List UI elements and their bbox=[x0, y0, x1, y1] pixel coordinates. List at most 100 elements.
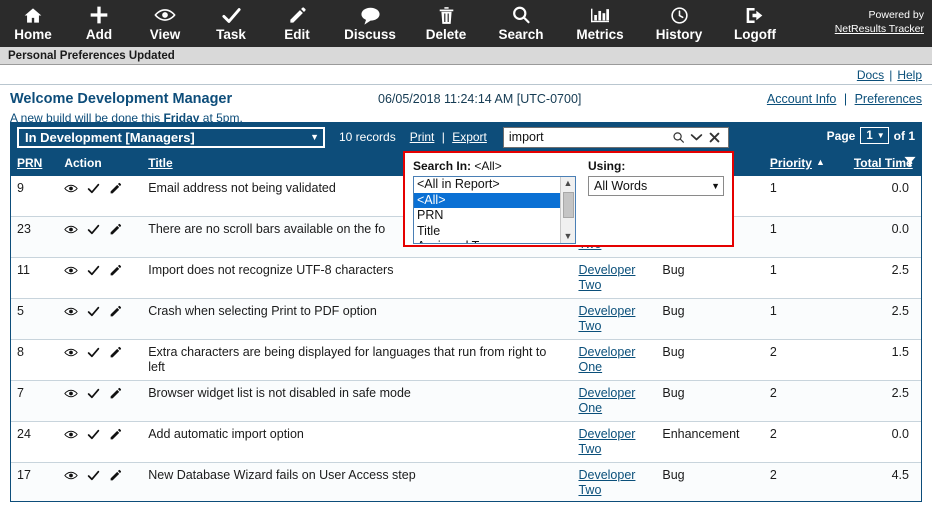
account-info-link[interactable]: Account Info bbox=[767, 92, 837, 106]
column-header-total-time[interactable]: Total Time bbox=[848, 151, 921, 176]
row-eye-icon[interactable] bbox=[64, 306, 79, 317]
row-check-icon[interactable] bbox=[87, 470, 100, 481]
search-clear-close-icon[interactable] bbox=[706, 129, 724, 145]
search-in-option[interactable]: <All> bbox=[414, 192, 575, 208]
table-row[interactable]: 17 New Database Wizard fails on User Acce… bbox=[11, 462, 921, 501]
table-row[interactable]: 7 Browser widget list is not disabled in … bbox=[11, 380, 921, 422]
nav-item-delete[interactable]: Delete bbox=[410, 0, 482, 47]
nav-item-logoff[interactable]: Logoff bbox=[718, 0, 792, 47]
cell-prn: 11 bbox=[11, 257, 59, 299]
listbox-scrollbar[interactable]: ▲ ▼ bbox=[560, 177, 575, 243]
cell-total-time: 0.0 bbox=[847, 216, 921, 258]
row-eye-icon[interactable] bbox=[64, 265, 79, 276]
column-header-title-link[interactable]: Title bbox=[148, 156, 172, 170]
search-in-option[interactable]: Assigned To bbox=[414, 239, 575, 243]
scrollbar-thumb[interactable] bbox=[563, 192, 574, 218]
filter-icon[interactable] bbox=[904, 156, 916, 171]
help-link[interactable]: Help bbox=[897, 68, 922, 82]
column-header-priority-link[interactable]: Priority bbox=[770, 156, 812, 170]
row-eye-icon[interactable] bbox=[64, 388, 79, 399]
search-in-option[interactable]: <All in Report> bbox=[414, 177, 575, 193]
brand-link[interactable]: NetResults Tracker bbox=[835, 23, 924, 35]
search-in-listbox[interactable]: <All in Report><All>PRNTitleAssigned To … bbox=[413, 176, 576, 244]
assigned-to-link[interactable]: Developer Two bbox=[578, 468, 635, 497]
table-row[interactable]: 11 Import does not recognize UTF-8 charac… bbox=[11, 257, 921, 299]
cell-title[interactable]: Add automatic import option bbox=[142, 421, 573, 463]
table-row[interactable]: 24 Add automatic import option Developer T… bbox=[11, 421, 921, 463]
report-selector[interactable]: In Development [Managers] ▼ bbox=[17, 126, 325, 148]
nav-item-discuss[interactable]: Discuss bbox=[330, 0, 410, 47]
row-check-icon[interactable] bbox=[87, 265, 100, 276]
nav-item-edit[interactable]: Edit bbox=[264, 0, 330, 47]
column-header-priority[interactable]: Priority ▲ bbox=[764, 151, 848, 176]
powered-by-block: Powered by NetResults Tracker bbox=[835, 0, 932, 36]
page-number-value: 1 bbox=[866, 129, 873, 142]
cell-actions bbox=[58, 298, 143, 340]
search-in-option[interactable]: PRN bbox=[414, 208, 575, 224]
search-in-group: Search In: <All> <All in Report> <All> PRN… bbox=[413, 159, 578, 244]
row-eye-icon[interactable] bbox=[64, 470, 79, 481]
column-header-prn[interactable]: PRN bbox=[11, 151, 58, 176]
row-check-icon[interactable] bbox=[87, 429, 100, 440]
search-in-option[interactable]: Title bbox=[414, 224, 575, 240]
cell-assigned-to[interactable]: Developer Two bbox=[572, 298, 657, 340]
docs-link[interactable]: Docs bbox=[857, 68, 884, 82]
row-pencil-icon[interactable] bbox=[109, 305, 122, 318]
assigned-to-link[interactable]: Developer One bbox=[578, 386, 635, 415]
cell-title[interactable]: New Database Wizard fails on User Access… bbox=[142, 462, 573, 501]
cell-assigned-to[interactable]: Developer Two bbox=[572, 257, 657, 299]
row-pencil-icon[interactable] bbox=[109, 182, 122, 195]
row-pencil-icon[interactable] bbox=[109, 428, 122, 441]
cell-actions bbox=[58, 257, 143, 299]
row-check-icon[interactable] bbox=[87, 183, 100, 194]
assigned-to-link[interactable]: Developer Two bbox=[578, 304, 635, 333]
cell-title[interactable]: Extra characters are being displayed for… bbox=[142, 339, 573, 381]
app-root: Home Add View Task Edit Discuss Delete S… bbox=[0, 0, 932, 510]
cell-title[interactable]: Import does not recognize UTF-8 characte… bbox=[142, 257, 573, 299]
preferences-link[interactable]: Preferences bbox=[855, 92, 922, 106]
nav-item-metrics[interactable]: Metrics bbox=[560, 0, 640, 47]
row-pencil-icon[interactable] bbox=[109, 346, 122, 359]
cell-title[interactable]: Crash when selecting Print to PDF option bbox=[142, 298, 573, 340]
row-eye-icon[interactable] bbox=[64, 429, 79, 440]
nav-item-add[interactable]: Add bbox=[66, 0, 132, 47]
search-submit-icon[interactable] bbox=[670, 129, 688, 145]
column-header-prn-link[interactable]: PRN bbox=[17, 156, 42, 170]
row-pencil-icon[interactable] bbox=[109, 264, 122, 277]
row-pencil-icon[interactable] bbox=[109, 387, 122, 400]
print-link[interactable]: Print bbox=[410, 130, 435, 144]
page-number-select[interactable]: 1 ▼ bbox=[860, 127, 889, 144]
scroll-up-arrow-icon[interactable]: ▲ bbox=[564, 177, 573, 190]
row-eye-icon[interactable] bbox=[64, 224, 79, 235]
row-eye-icon[interactable] bbox=[64, 183, 79, 194]
nav-item-search[interactable]: Search bbox=[482, 0, 560, 47]
scroll-down-arrow-icon[interactable]: ▼ bbox=[564, 230, 573, 243]
nav-item-view[interactable]: View bbox=[132, 0, 198, 47]
nav-item-home[interactable]: Home bbox=[0, 0, 66, 47]
row-check-icon[interactable] bbox=[87, 347, 100, 358]
row-check-icon[interactable] bbox=[87, 388, 100, 399]
cell-assigned-to[interactable]: Developer Two bbox=[572, 462, 657, 501]
search-input[interactable]: import bbox=[509, 130, 670, 144]
export-link[interactable]: Export bbox=[452, 130, 487, 144]
table-row[interactable]: 8 Extra characters are being displayed fo… bbox=[11, 339, 921, 381]
cell-title[interactable]: Browser widget list is not disabled in s… bbox=[142, 380, 573, 422]
using-select[interactable]: All Words ▼ bbox=[588, 176, 724, 196]
nav-item-history[interactable]: History bbox=[640, 0, 718, 47]
row-check-icon[interactable] bbox=[87, 306, 100, 317]
row-eye-icon[interactable] bbox=[64, 347, 79, 358]
table-row[interactable]: 5 Crash when selecting Print to PDF optio… bbox=[11, 298, 921, 340]
row-pencil-icon[interactable] bbox=[109, 223, 122, 236]
cell-assigned-to[interactable]: Developer Two bbox=[572, 421, 657, 463]
cell-assigned-to[interactable]: Developer One bbox=[572, 380, 657, 422]
nav-item-task[interactable]: Task bbox=[198, 0, 264, 47]
assigned-to-link[interactable]: Developer Two bbox=[578, 263, 635, 292]
top-navigation-bar: Home Add View Task Edit Discuss Delete S… bbox=[0, 0, 932, 47]
cell-assigned-to[interactable]: Developer One bbox=[572, 339, 657, 381]
row-pencil-icon[interactable] bbox=[109, 469, 122, 482]
search-options-chevron-down-icon[interactable] bbox=[688, 129, 706, 145]
assigned-to-link[interactable]: Developer One bbox=[578, 345, 635, 374]
assigned-to-link[interactable]: Developer Two bbox=[578, 427, 635, 456]
search-field-group[interactable]: import bbox=[502, 126, 729, 148]
row-check-icon[interactable] bbox=[87, 224, 100, 235]
